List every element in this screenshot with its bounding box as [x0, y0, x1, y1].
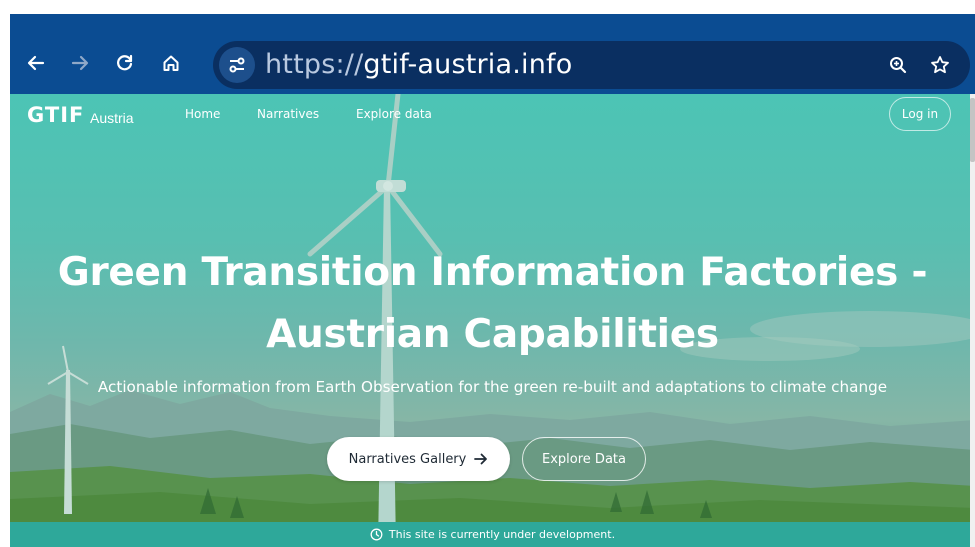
- address-bar[interactable]: https://gtif-austria.info: [213, 41, 970, 89]
- url-text[interactable]: https://gtif-austria.info: [265, 47, 572, 83]
- home-icon[interactable]: [156, 48, 186, 78]
- hero-title-line-2: Austrian Capabilities: [266, 312, 719, 357]
- hero-title: Green Transition Information Factories -…: [30, 242, 955, 366]
- reload-icon[interactable]: [110, 48, 140, 78]
- hero-section: GTIF Austria Home Narratives Explore dat…: [10, 94, 975, 547]
- url-host: gtif-austria.info: [363, 49, 573, 80]
- browser-toolbar: https://gtif-austria.info: [10, 14, 975, 94]
- forward-arrow-icon[interactable]: [65, 48, 95, 78]
- site-settings-icon[interactable]: [219, 47, 255, 83]
- explore-data-button[interactable]: Explore Data: [522, 437, 646, 481]
- url-scheme: https://: [265, 49, 364, 80]
- scrollbar-thumb[interactable]: [970, 98, 975, 162]
- zoom-icon[interactable]: [883, 50, 913, 80]
- under-construction-icon: [370, 528, 383, 541]
- site-logo-country[interactable]: Austria: [90, 110, 134, 126]
- nav-link-narratives[interactable]: Narratives: [257, 107, 319, 121]
- nav-link-home[interactable]: Home: [185, 107, 220, 121]
- hero-title-line-1: Green Transition Information Factories -: [57, 250, 928, 295]
- development-notice-banner: This site is currently under development…: [10, 522, 975, 547]
- login-button[interactable]: Log in: [889, 97, 951, 131]
- site-logo[interactable]: GTIF: [27, 103, 84, 127]
- narratives-gallery-label: Narratives Gallery: [348, 451, 467, 467]
- narratives-gallery-button[interactable]: Narratives Gallery: [327, 437, 510, 481]
- window-top-edge: [10, 0, 975, 14]
- nav-link-explore-data[interactable]: Explore data: [356, 107, 432, 121]
- arrow-right-icon: [474, 453, 488, 465]
- page-scrollbar[interactable]: [970, 94, 975, 547]
- hero-subtitle: Actionable information from Earth Observ…: [97, 378, 888, 396]
- development-notice-text: This site is currently under development…: [388, 528, 616, 541]
- site-navbar: GTIF Austria Home Narratives Explore dat…: [10, 94, 975, 136]
- bookmark-star-icon[interactable]: [925, 50, 955, 80]
- back-arrow-icon[interactable]: [21, 48, 51, 78]
